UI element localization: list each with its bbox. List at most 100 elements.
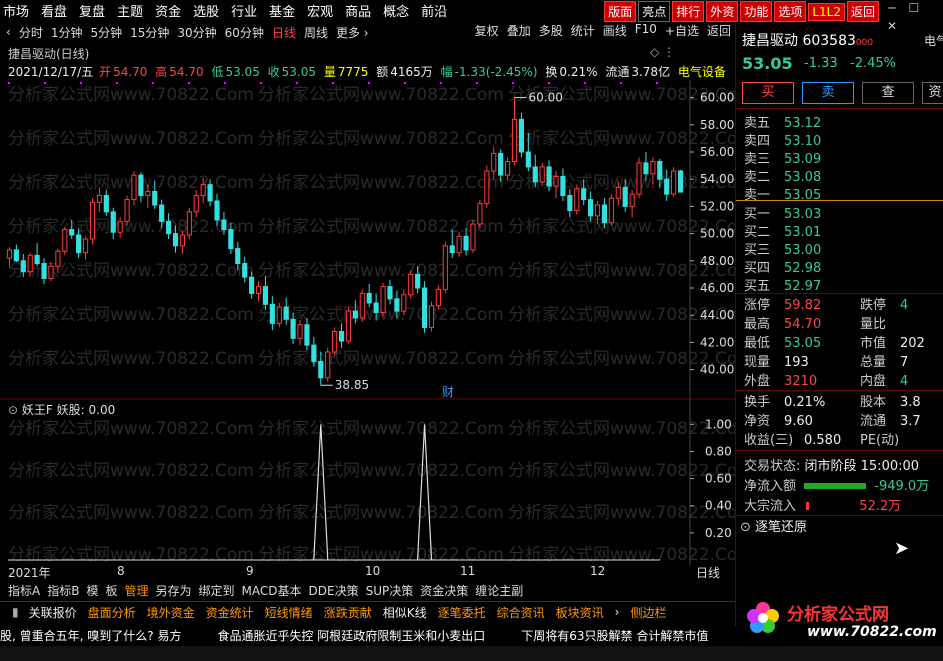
- chart-tool-5[interactable]: F10: [635, 22, 657, 39]
- top-button-7[interactable]: 返回: [846, 1, 879, 22]
- period-tab-2[interactable]: 5分钟: [90, 24, 122, 41]
- menu-item-6[interactable]: 行业: [231, 1, 257, 20]
- bid-row: 买一 53.03: [744, 203, 821, 222]
- indicator-tab-7[interactable]: MACD基本: [242, 582, 302, 599]
- left-arrow-icon[interactable]: ‹: [6, 25, 11, 39]
- menu-item-11[interactable]: 前沿: [421, 1, 447, 20]
- period-tab-5[interactable]: 60分钟: [225, 24, 264, 41]
- bottom-tab-2[interactable]: 境外资金: [147, 604, 195, 621]
- period-tab-3[interactable]: 15分钟: [130, 24, 169, 41]
- candle-body: [276, 306, 282, 324]
- candle-body: [498, 152, 504, 176]
- stock-badge[interactable]: 电气: [924, 32, 943, 49]
- quote-sector[interactable]: 电气设备: [678, 65, 726, 79]
- chart-tool-0[interactable]: 复权: [475, 22, 499, 39]
- top-button-4[interactable]: 功能: [740, 1, 773, 22]
- tick-section-header[interactable]: ⊙ 逐笔还原: [740, 516, 807, 535]
- top-button-5[interactable]: 选项: [774, 1, 807, 22]
- indicator-tab-5[interactable]: 另存为: [156, 582, 192, 599]
- menu-item-8[interactable]: 宏观: [307, 1, 333, 20]
- watermark-text: 分析家公式网www.70822.Com: [8, 129, 254, 149]
- candle-body: [574, 188, 580, 211]
- chart-tool-2[interactable]: 多股: [539, 22, 563, 39]
- float-shares: 3.7: [900, 414, 921, 429]
- period-tab-8[interactable]: 更多 ›: [336, 24, 369, 41]
- period-tab-7[interactable]: 周线: [304, 24, 328, 41]
- collapse-icon: ⊙: [740, 520, 751, 535]
- top-button-0[interactable]: 版面: [604, 1, 637, 22]
- indicator-tab-8[interactable]: DDE决策: [309, 582, 359, 599]
- ask-label: 卖四: [744, 134, 771, 149]
- menu-item-2[interactable]: 复盘: [79, 1, 105, 20]
- sell-button[interactable]: 卖: [802, 82, 854, 104]
- indicator-tab-1[interactable]: 指标B: [47, 582, 79, 599]
- chart-settings-icons[interactable]: ◇ ⋮: [650, 45, 675, 59]
- top-button-1[interactable]: 亮点: [638, 1, 671, 22]
- bottom-tab-7[interactable]: 逐笔委托: [438, 604, 486, 621]
- turnover-rate: 0.21%: [784, 395, 826, 410]
- menu-item-7[interactable]: 基金: [269, 1, 295, 20]
- bottom-tab-4[interactable]: 短线情绪: [265, 604, 313, 621]
- menu-item-1[interactable]: 看盘: [41, 1, 67, 20]
- indicator-tab-3[interactable]: 板: [105, 582, 117, 599]
- indicator-tab-6[interactable]: 绑定到: [199, 582, 235, 599]
- bottom-tab-9[interactable]: 板块资讯: [556, 604, 604, 621]
- indicator-tab-9[interactable]: SUP决策: [366, 582, 414, 599]
- period-tab-6[interactable]: 日线: [272, 24, 296, 41]
- indicator-tab-2[interactable]: 模: [86, 582, 98, 599]
- chart-tool-6[interactable]: +自选: [665, 22, 699, 39]
- ticker-item-0[interactable]: 股, 曾重合五年, 嗅到了什么? 易方: [0, 627, 181, 644]
- period-tabs: 分时 1分钟 5分钟 15分钟 30分钟 60分钟 日线 周线 更多 ›: [19, 24, 377, 41]
- chart-tool-7[interactable]: 返回: [707, 22, 731, 39]
- ticker-item-2[interactable]: 下周将有63只股解禁 合计解禁市值: [521, 627, 708, 644]
- menu-item-0[interactable]: 市场: [3, 1, 29, 20]
- candle-body: [297, 324, 303, 339]
- indicator-tab-10[interactable]: 资金决策: [420, 582, 468, 599]
- top-button-2[interactable]: 排行: [672, 1, 705, 22]
- bottom-tab-6[interactable]: 相似K线: [383, 604, 427, 621]
- buy-button[interactable]: 买: [742, 82, 794, 104]
- candle-body: [20, 260, 26, 273]
- bottom-tab-10[interactable]: ›: [615, 605, 620, 619]
- bottom-tab-1[interactable]: 盘面分析: [88, 604, 136, 621]
- menu-item-5[interactable]: 选股: [193, 1, 219, 20]
- menu-item-3[interactable]: 主题: [117, 1, 143, 20]
- finance-marker[interactable]: 财: [442, 385, 454, 399]
- indicator-toggle-icon[interactable]: ⊙: [8, 403, 18, 417]
- period-tab-4[interactable]: 30分钟: [177, 24, 216, 41]
- total-volume: 7: [900, 355, 909, 370]
- bottom-tab-5[interactable]: 涨跌贡献: [324, 604, 372, 621]
- kline-chart[interactable]: 分析家公式网www.70822.Com 分析家公式网www.70822.Com 分析…: [0, 80, 735, 400]
- watermark-text: 分析家公式网www.70822.Com: [258, 261, 504, 281]
- candle-body: [200, 184, 206, 197]
- indicator-tab-4[interactable]: 管理: [124, 582, 148, 599]
- bottom-tab-11[interactable]: 侧边栏: [630, 604, 666, 621]
- ticker-item-1[interactable]: 食品通胀近乎失控 阿根廷政府限制玉米和小麦出口: [217, 627, 485, 644]
- menu-item-10[interactable]: 概念: [383, 1, 409, 20]
- indicator-tab-11[interactable]: 缠论主副: [475, 582, 523, 599]
- period-tab-1[interactable]: 1分钟: [51, 24, 83, 41]
- minimize-icon[interactable]: ─: [883, 1, 901, 19]
- top-button-3[interactable]: 外资: [706, 1, 739, 22]
- chart-tool-1[interactable]: 叠加: [507, 22, 531, 39]
- maximize-icon[interactable]: ☐: [905, 1, 923, 19]
- indicator-name[interactable]: 妖王F: [22, 403, 53, 417]
- indicator-tab-0[interactable]: 指标A: [8, 582, 40, 599]
- chart-tool-3[interactable]: 统计: [571, 22, 595, 39]
- bid-row: 买二 53.01: [744, 221, 821, 240]
- menu-item-4[interactable]: 资金: [155, 1, 181, 20]
- indicator-chart[interactable]: 分析家公式网www.70822.Com 分析家公式网www.70822.Com 分析…: [0, 400, 735, 565]
- chart-tool-4[interactable]: 画线: [603, 22, 627, 39]
- bottom-tab-0[interactable]: 关联报价: [29, 604, 77, 621]
- quote-panel: 捷昌驱动 603583000 电气 53.05 -1.33 -2.45% 买 卖…: [735, 22, 943, 626]
- bottom-left-arrow-icon[interactable]: ▮: [12, 605, 19, 619]
- marker-dot: [440, 82, 442, 84]
- period-tab-0[interactable]: 分时: [19, 24, 43, 41]
- bottom-tab-3[interactable]: 资金统计: [206, 604, 254, 621]
- query-button[interactable]: 查: [862, 82, 914, 104]
- fund-button[interactable]: 资: [922, 82, 943, 104]
- candle-body: [172, 233, 179, 247]
- bottom-tab-8[interactable]: 综合资讯: [497, 604, 545, 621]
- menu-item-9[interactable]: 商品: [345, 1, 371, 20]
- top-button-6[interactable]: L1L2: [808, 2, 845, 21]
